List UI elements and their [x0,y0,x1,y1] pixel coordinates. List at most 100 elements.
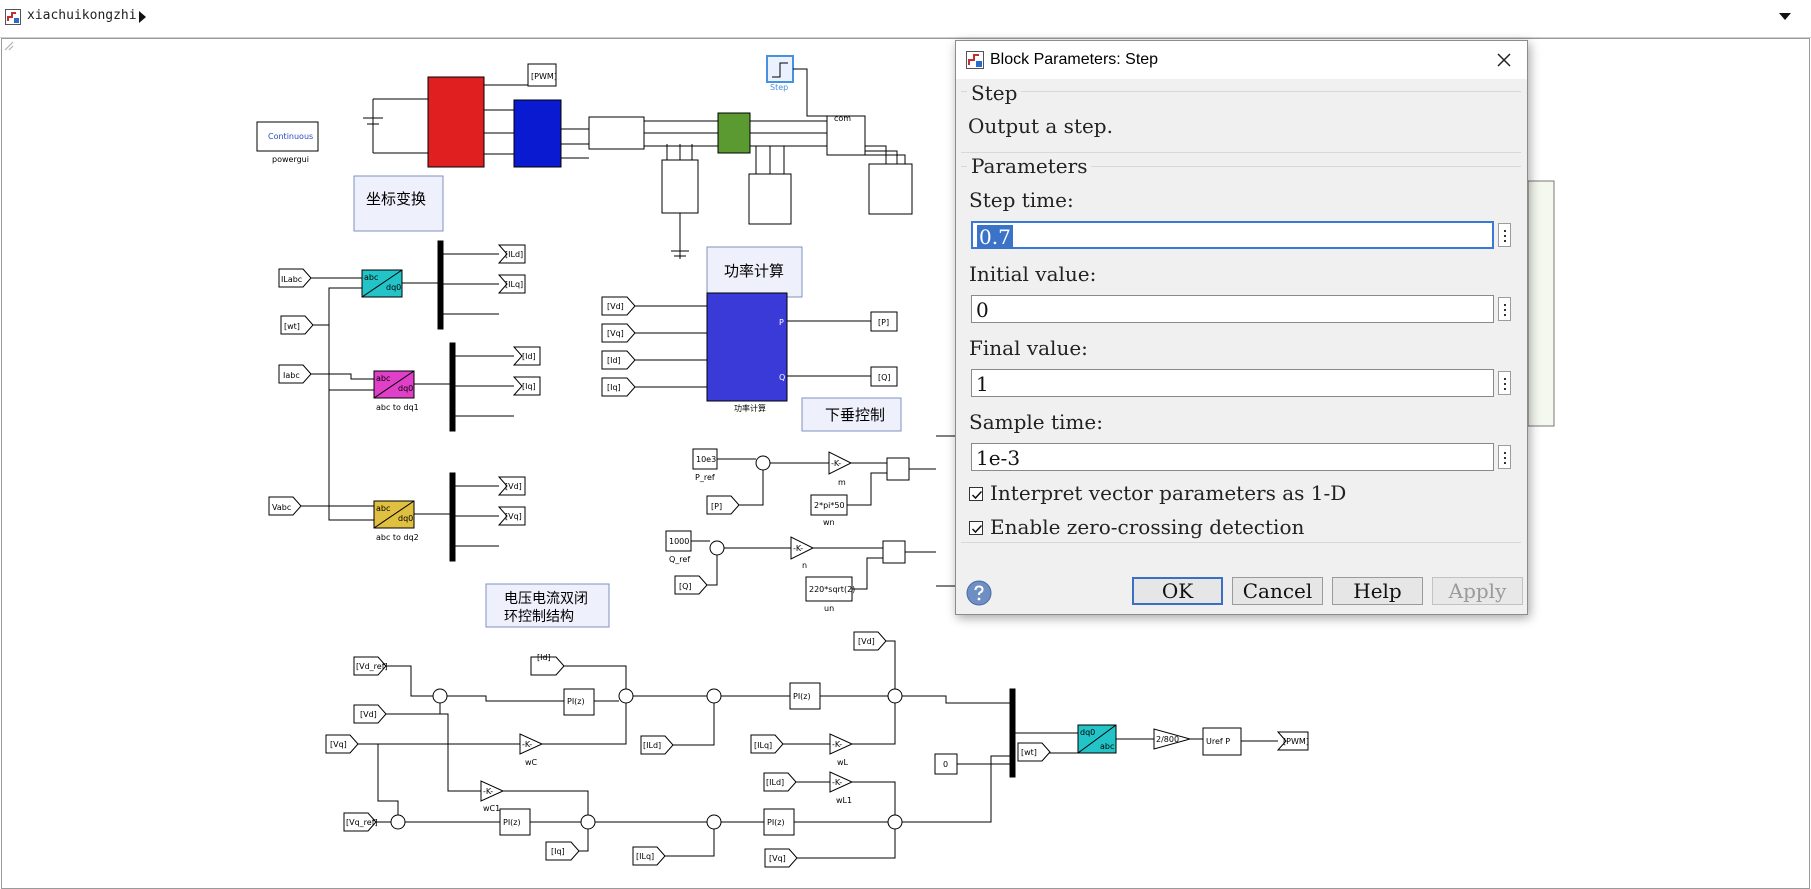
powergui-mode: Continuous [268,132,313,141]
cancel-button[interactable]: Cancel [1232,577,1323,605]
model-breadcrumb[interactable]: xiachuikongzhi [27,8,137,23]
zero-crossing-checkbox[interactable] [969,521,983,535]
help-icon[interactable] [966,580,992,606]
pi-d-voltage-label: PI(z) [567,697,585,706]
final-value-label: Final value: [969,336,1088,360]
power-calc-block[interactable] [706,292,788,402]
initial-value-more-icon[interactable] [1498,297,1511,321]
from-vq-ref-label: [Vq_ref] [346,818,378,827]
power-calc-p-port: P [779,318,784,327]
goto-vq-label: [Vq] [505,512,522,521]
annotation-droop-text: 下垂控制 [825,406,885,424]
step-group-title: Step [967,81,1022,105]
from-wt-label: [wt] [284,322,300,331]
goto-id-label: [Id] [522,352,536,361]
gain-wc-k: -K- [522,740,532,749]
dq2-in-label: abc [376,504,390,513]
breaker-block[interactable] [717,112,751,154]
load-block-2[interactable] [868,163,913,215]
sum-voltage[interactable] [882,540,906,564]
demux-3[interactable] [449,472,456,562]
block-parameters-dialog: Block Parameters: Step Step Output a ste… [955,40,1528,615]
annotation-power-text: 功率计算 [724,262,784,280]
sum-q[interactable] [709,540,725,556]
sum-iq-err[interactable] [706,814,722,830]
sum-iq[interactable] [580,814,596,830]
mux[interactable] [1009,688,1016,778]
from-q-label: [Q] [679,582,692,591]
step-time-input[interactable]: 0.7 [971,221,1494,249]
power-calc-label: 功率计算 [734,403,766,413]
step-time-value: 0.7 [977,225,1013,249]
p-ref-value: 10e3 [696,455,716,464]
capacitor-block[interactable] [661,159,699,214]
inverter-block[interactable] [427,76,485,168]
gain-n-label: n [802,561,807,570]
un-value: 220*sqrt(2) [809,585,855,594]
from-vq2-label: [Vq] [330,740,347,749]
ok-button[interactable]: OK [1132,577,1223,605]
sample-time-input[interactable]: 1e-3 [971,443,1494,471]
sum-vq-out[interactable] [887,814,903,830]
dq0-to-abc-in: dq0 [1080,728,1095,737]
simulink-block-icon [966,51,984,69]
gain-wc1-label: wC1 [483,804,500,813]
wn-label: wn [823,518,835,527]
help-button[interactable]: Help [1332,577,1423,605]
model-canvas[interactable]: Continuous powergui Step [PWM] com 坐标变换 … [1,38,1810,889]
dq1-in-label: abc [376,374,390,383]
annotation-loop-line2: 环控制结构 [504,609,574,625]
annotation-loop-line1: 电压电流双闭 [504,591,588,607]
from-ilq-label: [ILq] [636,852,654,861]
from-vq3-label: [Vq] [769,854,786,863]
initial-value-input[interactable]: 0 [971,295,1494,323]
interpret-vector-label: Interpret vector parameters as 1-D [990,481,1347,505]
filter-block[interactable] [513,99,562,168]
goto-q-label: [Q] [878,373,891,382]
breadcrumb-arrow-icon[interactable] [139,11,146,23]
inductor-block[interactable] [588,116,645,150]
uref-label: Uref P [1206,737,1230,746]
sum-vd[interactable] [432,688,448,704]
goto-ild-label: [ILd] [505,250,523,259]
sum-id[interactable] [618,688,634,704]
sum-p[interactable] [755,455,771,471]
gain-m-k: -K- [831,459,841,468]
final-value-more-icon[interactable] [1498,371,1511,395]
from-id2-label: [Id] [537,653,551,662]
toolbar: xiachuikongzhi [0,0,1811,38]
sum-omega[interactable] [886,457,910,481]
pi-q-voltage-label: PI(z) [503,818,521,827]
resize-grip-icon[interactable] [2,39,14,51]
from-wt2-label: [wt] [1021,748,1037,757]
sum-vd-out[interactable] [887,688,903,704]
close-icon[interactable] [1491,47,1517,73]
block-diagram[interactable]: Continuous powergui Step [PWM] com 坐标变换 … [2,39,1809,888]
goto-iq-label: [Iq] [522,382,536,391]
dq0-out-label: dq0 [386,283,401,292]
gain-m-label: m [838,478,846,487]
from-ilabc-label: ILabc [281,275,302,284]
goto-vd-label: [Vd] [505,482,522,491]
step-time-label: Step time: [969,188,1074,212]
chevron-down-icon[interactable] [1779,13,1791,20]
demux-2[interactable] [449,342,456,432]
abc-to-dq1-label: abc to dq1 [376,403,419,412]
step-time-more-icon[interactable] [1498,223,1511,247]
final-value-input[interactable]: 1 [971,369,1494,397]
from-p-label: [P] [711,502,722,511]
gain-800-label: 2/800 [1156,735,1179,744]
sum-id-err[interactable] [706,688,722,704]
gain-wc1-k: -K- [483,787,493,796]
dq1-out-label: dq0 [398,384,413,393]
apply-button[interactable]: Apply [1432,577,1523,605]
demux-1[interactable] [437,240,444,330]
checkmark-icon [971,524,983,534]
const-zero-label: 0 [943,760,948,769]
load-block-1[interactable] [748,173,792,225]
sum-vq[interactable] [390,814,406,830]
interpret-vector-checkbox[interactable] [969,487,983,501]
p-ref-label: P_ref [695,473,715,482]
dialog-titlebar[interactable]: Block Parameters: Step [956,41,1527,79]
sample-time-more-icon[interactable] [1498,445,1511,469]
